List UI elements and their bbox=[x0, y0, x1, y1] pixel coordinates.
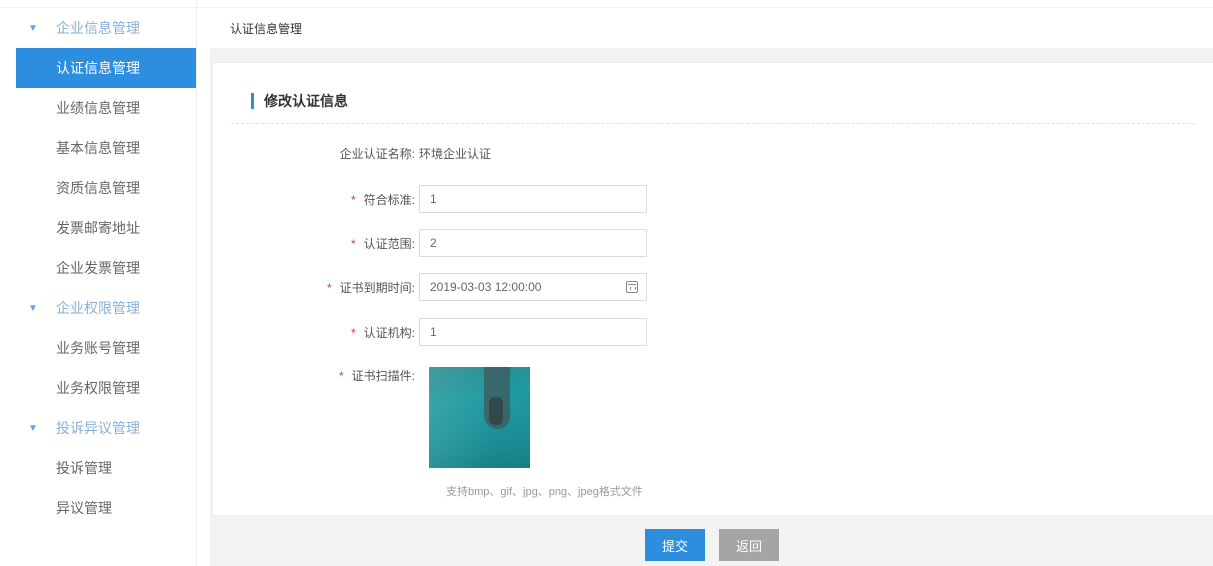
sidebar-divider bbox=[196, 0, 197, 566]
scope-input[interactable]: 2 bbox=[419, 229, 647, 257]
standard-label: * 符合标准: bbox=[350, 192, 415, 207]
nav-group-label: 投诉异议管理 bbox=[56, 420, 140, 436]
row-scope: * 认证范围: 2 bbox=[213, 229, 647, 257]
row-company-cert-name: 企业认证名称: 环境企业认证 bbox=[213, 145, 491, 162]
sidebar-item-permission-management[interactable]: 业务权限管理 bbox=[16, 368, 196, 408]
breadcrumb-current: 认证信息管理 bbox=[230, 21, 303, 36]
expiry-date-input[interactable]: 2019-03-03 12:00:00 bbox=[419, 273, 647, 301]
sidebar: ▼ 企业信息管理 认证信息管理 业绩信息管理 基本信息管理 资质信息管理 发票邮… bbox=[16, 8, 196, 566]
company-cert-name-label: 企业认证名称: bbox=[339, 147, 415, 161]
company-cert-name-value: 环境企业认证 bbox=[419, 147, 492, 161]
scope-label: * 认证范围: bbox=[350, 236, 415, 251]
required-mark: * bbox=[338, 369, 344, 383]
title-accent-bar bbox=[251, 93, 254, 109]
calendar-icon[interactable] bbox=[626, 281, 638, 293]
row-agency: * 认证机构: 1 bbox=[213, 318, 647, 346]
sidebar-item-account-management[interactable]: 业务账号管理 bbox=[16, 328, 196, 368]
certificate-scan-image[interactable] bbox=[429, 367, 530, 468]
nav-group-enterprise-info[interactable]: ▼ 企业信息管理 bbox=[16, 8, 196, 48]
standard-input[interactable]: 1 bbox=[419, 185, 647, 213]
nav-group-complaint[interactable]: ▼ 投诉异议管理 bbox=[16, 408, 196, 448]
agency-label: * 认证机构: bbox=[350, 325, 415, 340]
form-panel: 修改认证信息 企业认证名称: 环境企业认证 * 符合标准: 1 * 认证范围: 2 … bbox=[212, 62, 1213, 516]
submit-button[interactable]: 提交 bbox=[645, 529, 705, 561]
scan-format-hint: 支持bmp、gif、jpg、png、jpeg格式文件 bbox=[446, 486, 643, 498]
form-title-text: 修改认证信息 bbox=[264, 93, 348, 109]
sidebar-item-objection-management[interactable]: 异议管理 bbox=[16, 488, 196, 528]
sidebar-item-basic-info[interactable]: 基本信息管理 bbox=[16, 128, 196, 168]
sidebar-item-complaint-management[interactable]: 投诉管理 bbox=[16, 448, 196, 488]
scan-upload-area bbox=[429, 367, 530, 468]
agency-input[interactable]: 1 bbox=[419, 318, 647, 346]
nav-group-enterprise-permission[interactable]: ▼ 企业权限管理 bbox=[16, 288, 196, 328]
collapse-triangle-icon[interactable]: ▼ bbox=[28, 423, 56, 434]
required-mark: * bbox=[350, 325, 356, 340]
row-expiry: * 证书到期时间: 2019-03-03 12:00:00 bbox=[213, 273, 647, 301]
sidebar-item-invoice-management[interactable]: 企业发票管理 bbox=[16, 248, 196, 288]
sidebar-item-qualification-info[interactable]: 资质信息管理 bbox=[16, 168, 196, 208]
nav-group-label: 企业权限管理 bbox=[56, 300, 140, 316]
collapse-triangle-icon[interactable]: ▼ bbox=[28, 23, 56, 34]
sidebar-item-performance-info[interactable]: 业绩信息管理 bbox=[16, 88, 196, 128]
scan-label: * 证书扫描件: bbox=[338, 369, 415, 383]
nav-group-label: 企业信息管理 bbox=[56, 20, 140, 36]
sidebar-item-cert-info[interactable]: 认证信息管理 bbox=[16, 48, 196, 88]
required-mark: * bbox=[326, 280, 332, 295]
form-title: 修改认证信息 bbox=[251, 91, 348, 111]
row-scan: * 证书扫描件: bbox=[213, 367, 530, 468]
required-mark: * bbox=[350, 236, 356, 251]
back-button[interactable]: 返回 bbox=[719, 529, 779, 561]
title-divider bbox=[231, 123, 1195, 124]
collapse-triangle-icon[interactable]: ▼ bbox=[28, 303, 56, 314]
row-standard: * 符合标准: 1 bbox=[213, 185, 647, 213]
expiry-label: * 证书到期时间: bbox=[326, 280, 415, 295]
required-mark: * bbox=[350, 192, 356, 207]
sidebar-item-invoice-address[interactable]: 发票邮寄地址 bbox=[16, 208, 196, 248]
breadcrumb: 认证信息管理 bbox=[210, 8, 1213, 48]
